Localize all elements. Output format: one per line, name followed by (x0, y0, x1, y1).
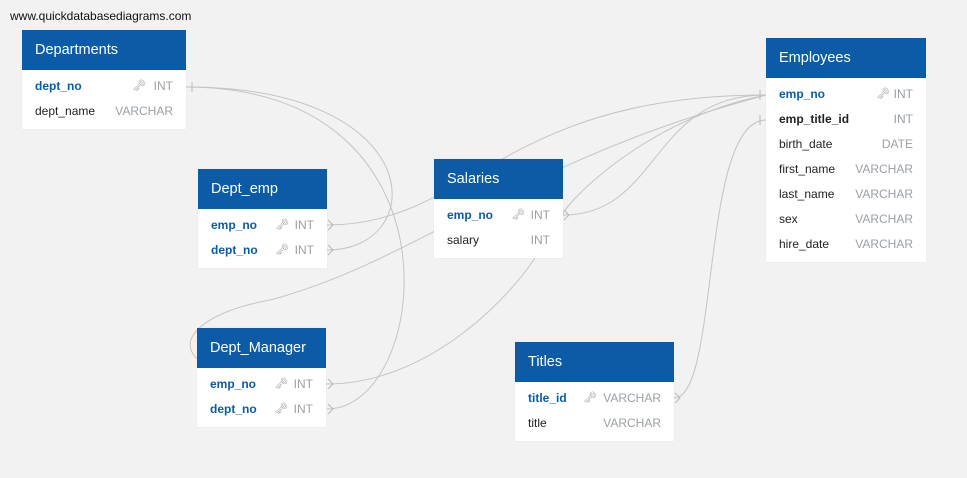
column-type: VARCHAR (115, 104, 173, 118)
column-type: VARCHAR (855, 237, 913, 251)
column-type: VARCHAR (855, 187, 913, 201)
column-type: INT (153, 79, 173, 93)
key-icon: 🗝 (275, 219, 289, 231)
column-type: VARCHAR (855, 162, 913, 176)
column-name: dept_name (35, 104, 96, 118)
link-titles-employees (673, 119, 767, 399)
column-type: INT (530, 208, 550, 222)
key-icon: 🗝 (275, 244, 289, 256)
column-name: last_name (779, 187, 835, 201)
table-row[interactable]: dept_no 🗝 INT (198, 238, 327, 263)
table-row[interactable]: emp_no 🗝 INT (197, 372, 326, 397)
table-row[interactable]: sex VARCHAR (766, 207, 926, 232)
table-dept-emp[interactable]: Dept_emp emp_no 🗝 INT dept_no 🗝 INT (198, 169, 327, 268)
column-type: VARCHAR (603, 416, 661, 430)
column-type: INT (293, 377, 313, 391)
key-icon: 🗝 (876, 88, 890, 100)
table-employees[interactable]: Employees emp_no 🗝 INT emp_title_id INT … (766, 38, 926, 262)
column-name: emp_no (447, 208, 494, 222)
table-title[interactable]: Titles (515, 342, 674, 382)
table-row[interactable]: first_name VARCHAR (766, 157, 926, 182)
column-type: VARCHAR (603, 391, 661, 405)
column-type: INT (893, 112, 913, 126)
column-name: hire_date (779, 237, 830, 251)
column-type: DATE (881, 137, 913, 151)
link-salaries-employees-2 (562, 94, 767, 216)
table-departments[interactable]: Departments dept_no 🗝 INT dept_name VARC… (22, 30, 186, 129)
key-icon: 🗝 (511, 209, 525, 221)
key-icon: 🗝 (274, 403, 288, 415)
key-icon: 🗝 (274, 378, 288, 390)
column-type: INT (294, 218, 314, 232)
table-dept-manager[interactable]: Dept_Manager emp_no 🗝 INT dept_no 🗝 INT (197, 328, 326, 427)
table-title[interactable]: Employees (766, 38, 926, 78)
column-type: INT (530, 233, 550, 247)
table-row[interactable]: dept_name VARCHAR (22, 99, 186, 124)
column-name: emp_no (211, 218, 258, 232)
table-row[interactable]: title_id 🗝 VARCHAR (515, 386, 674, 411)
key-icon: 🗝 (132, 80, 146, 92)
table-row[interactable]: hire_date VARCHAR (766, 232, 926, 257)
column-name: emp_no (210, 377, 257, 391)
column-type: INT (293, 402, 313, 416)
table-row[interactable]: salary INT (434, 228, 563, 253)
column-name: title (528, 416, 547, 430)
column-name: emp_no (779, 87, 826, 101)
column-name: emp_title_id (779, 112, 850, 126)
column-type: VARCHAR (855, 212, 913, 226)
column-name: dept_no (211, 243, 258, 257)
table-row[interactable]: dept_no 🗝 INT (22, 74, 186, 99)
table-title[interactable]: Dept_Manager (197, 328, 326, 368)
column-type: INT (893, 87, 913, 101)
table-title[interactable]: Dept_emp (198, 169, 327, 209)
column-name: dept_no (210, 402, 257, 416)
column-name: sex (779, 212, 798, 226)
table-row[interactable]: dept_no 🗝 INT (197, 397, 326, 422)
table-row[interactable]: birth_date DATE (766, 132, 926, 157)
column-name: birth_date (779, 137, 833, 151)
link-deptmanager-salaries (326, 257, 536, 385)
table-row[interactable]: emp_no 🗝 INT (434, 203, 563, 228)
column-name: dept_no (35, 79, 82, 93)
column-type: INT (294, 243, 314, 257)
table-row[interactable]: title VARCHAR (515, 411, 674, 436)
table-title[interactable]: Salaries (434, 159, 563, 199)
table-row[interactable]: emp_no 🗝 INT (198, 213, 327, 238)
table-row[interactable]: last_name VARCHAR (766, 182, 926, 207)
column-name: first_name (779, 162, 836, 176)
table-titles[interactable]: Titles title_id 🗝 VARCHAR title VARCHAR (515, 342, 674, 441)
table-title[interactable]: Departments (22, 30, 186, 70)
column-name: title_id (528, 391, 567, 405)
table-row[interactable]: emp_title_id INT (766, 107, 926, 132)
link-salaries-employees (562, 94, 767, 216)
key-icon: 🗝 (583, 392, 597, 404)
table-salaries[interactable]: Salaries emp_no 🗝 INT salary INT (434, 159, 563, 258)
column-name: salary (447, 233, 480, 247)
table-row[interactable]: emp_no 🗝 INT (766, 82, 926, 107)
